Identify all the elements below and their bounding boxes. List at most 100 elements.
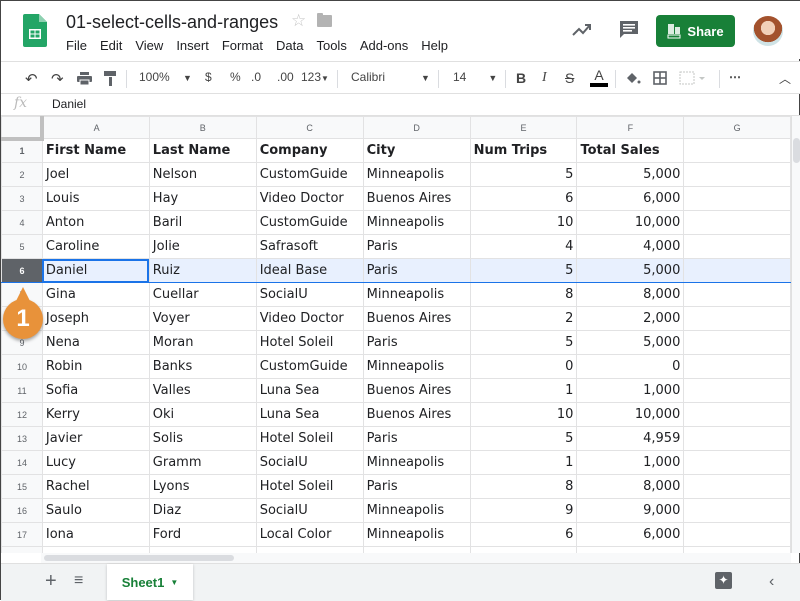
cell[interactable]: Joseph [41,306,150,331]
cell[interactable]: Solis [148,426,257,451]
cell[interactable]: Minneapolis [362,210,471,235]
menu-addons[interactable]: Add-ons [360,38,408,53]
cell[interactable]: Buenos Aires [362,402,471,427]
cell[interactable]: Javier [41,426,150,451]
more-formats-button[interactable]: 123▼ [301,70,329,84]
cell[interactable] [683,450,791,475]
cell[interactable]: Nena [41,330,150,355]
cell[interactable]: SocialU [255,282,364,307]
menu-data[interactable]: Data [276,38,303,53]
cell[interactable]: 6,000 [576,522,685,547]
column-header-c[interactable]: C [255,116,364,139]
cell[interactable] [683,282,791,307]
cell[interactable]: Saulo [41,498,150,523]
cell[interactable]: Moran [148,330,257,355]
cell[interactable]: Sofia [41,378,150,403]
vertical-scrollbar[interactable] [791,116,800,553]
row-header[interactable]: 18 [1,546,43,553]
cell[interactable]: Valles [148,378,257,403]
cell[interactable]: Gina [41,282,150,307]
redo-icon[interactable]: ↷ [51,70,64,88]
cell[interactable] [683,186,791,211]
cell[interactable] [683,426,791,451]
percent-format-button[interactable]: % [230,70,241,84]
menu-file[interactable]: File [66,38,87,53]
cell[interactable]: Num Trips [469,138,578,163]
cell[interactable]: 4 [469,234,578,259]
cell[interactable]: 8,000 [576,282,685,307]
cell[interactable]: Paris [362,258,471,283]
cell[interactable]: 9 [469,498,578,523]
row-header[interactable]: 12 [1,402,43,427]
cell[interactable]: Buenos Aires [362,378,471,403]
row-header[interactable]: 14 [1,450,43,475]
cell[interactable]: Ideal Base [255,258,364,283]
bold-button[interactable]: B [516,70,526,86]
cell[interactable]: 5 [469,258,578,283]
menu-format[interactable]: Format [222,38,263,53]
cell[interactable]: 1,000 [576,378,685,403]
explore-icon[interactable]: ✦ [715,572,732,589]
cell[interactable] [683,522,791,547]
borders-icon[interactable] [653,71,667,85]
paint-format-icon[interactable] [104,71,117,86]
cell[interactable]: Cuellar [148,282,257,307]
row-header[interactable]: 6 [1,258,43,283]
cell[interactable]: 10,000 [576,210,685,235]
cell[interactable]: Video Doctor [255,186,364,211]
cell[interactable]: Paris [362,330,471,355]
cell[interactable]: Luna Sea [255,402,364,427]
cell[interactable]: Lyons [148,474,257,499]
cell[interactable]: Kerry [41,402,150,427]
cell[interactable] [683,306,791,331]
cell[interactable]: Joel [41,162,150,187]
cell[interactable]: Baril [148,210,257,235]
cell[interactable]: Banks [148,354,257,379]
menu-edit[interactable]: Edit [100,38,122,53]
row-header[interactable]: 17 [1,522,43,547]
cell[interactable]: Paris [362,426,471,451]
print-icon[interactable] [77,72,92,85]
cell[interactable]: Paris [362,474,471,499]
cell[interactable] [683,258,791,283]
row-header[interactable]: 5 [1,234,43,259]
select-all-corner[interactable] [1,116,45,141]
menu-tools[interactable]: Tools [316,38,346,53]
row-header[interactable]: 1 [1,138,43,163]
cell[interactable]: 4,000 [576,234,685,259]
cell[interactable]: 6 [469,522,578,547]
cell[interactable]: SocialU [255,498,364,523]
cell[interactable]: Total Sales [576,138,685,163]
cell[interactable]: Luna Sea [255,378,364,403]
cell[interactable]: Hotel Soleil [255,330,364,355]
formula-input[interactable]: Daniel [52,97,86,111]
cell[interactable]: 8 [469,474,578,499]
cell[interactable]: 5,000 [576,330,685,355]
cell[interactable] [683,162,791,187]
merge-cells-icon[interactable] [679,71,705,85]
decrease-decimal-button[interactable]: .0 [251,70,261,84]
cell[interactable]: Nelson [148,162,257,187]
share-button[interactable]: Share [656,15,735,47]
cell[interactable]: Robin [41,354,150,379]
cell[interactable]: Iona [41,522,150,547]
cell[interactable]: Minneapolis [362,162,471,187]
cell[interactable]: 6,000 [576,186,685,211]
horizontal-scrollbar[interactable] [41,553,791,563]
cell[interactable]: Last Name [148,138,257,163]
comment-icon[interactable] [619,19,639,41]
cell[interactable] [683,402,791,427]
cell[interactable]: 8 [469,282,578,307]
column-header-b[interactable]: B [148,116,257,139]
cell[interactable] [683,498,791,523]
cell[interactable]: Minneapolis [362,354,471,379]
row-header[interactable]: 13 [1,426,43,451]
cell[interactable]: Ford [148,522,257,547]
italic-button[interactable]: I [542,70,547,86]
cell[interactable] [683,234,791,259]
cell[interactable]: 10,000 [576,402,685,427]
row-header[interactable]: 2 [1,162,43,187]
cell[interactable]: Jolie [148,234,257,259]
cell[interactable]: 5 [469,162,578,187]
cell[interactable]: Lucy [41,450,150,475]
